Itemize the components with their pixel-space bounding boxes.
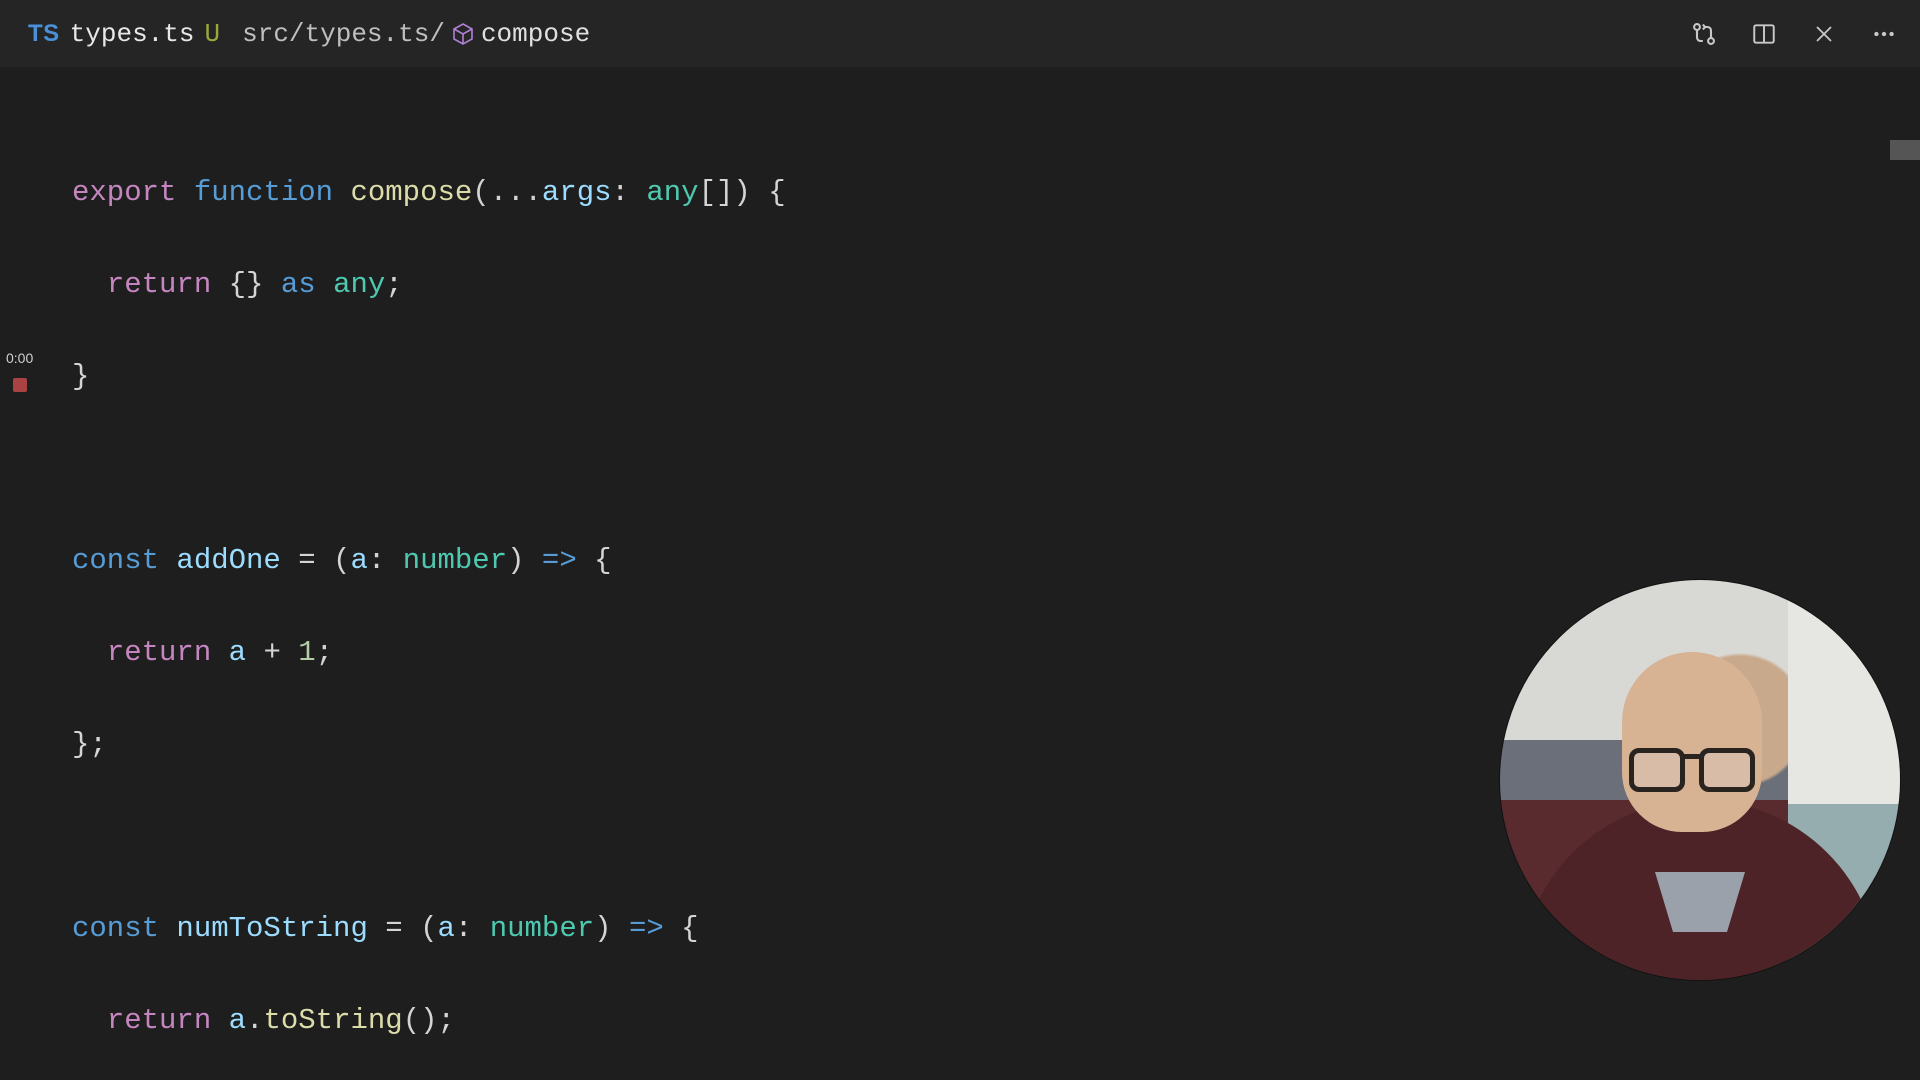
code-line: export function compose(...args: any[]) … — [72, 170, 1920, 216]
code-line — [72, 446, 1920, 492]
code-line: return a.toString(); — [72, 998, 1920, 1044]
close-icon[interactable] — [1808, 18, 1840, 50]
typescript-icon: TS — [28, 20, 60, 48]
symbol-icon — [451, 22, 475, 46]
breadcrumb-path: src/types.ts/ — [242, 19, 445, 49]
code-line: return {} as any; — [72, 262, 1920, 308]
compare-changes-icon[interactable] — [1688, 18, 1720, 50]
recording-overlay: 0:00 — [6, 350, 33, 392]
record-icon — [13, 378, 27, 392]
active-tab[interactable]: TS types.ts U — [20, 19, 228, 49]
webcam-overlay[interactable] — [1500, 580, 1900, 980]
tab-git-status: U — [205, 19, 221, 49]
breadcrumb[interactable]: src/types.ts/ compose — [242, 19, 590, 49]
tab-file-name: types.ts — [70, 19, 195, 49]
recording-time: 0:00 — [6, 350, 33, 366]
tab-bar: TS types.ts U src/types.ts/ compose — [0, 0, 1920, 68]
breadcrumb-symbol: compose — [481, 19, 590, 49]
tab-actions — [1688, 18, 1900, 50]
split-editor-icon[interactable] — [1748, 18, 1780, 50]
code-line: } — [72, 354, 1920, 400]
minimap-viewport[interactable] — [1890, 140, 1920, 160]
more-actions-icon[interactable] — [1868, 18, 1900, 50]
code-line: const addOne = (a: number) => { — [72, 538, 1920, 584]
